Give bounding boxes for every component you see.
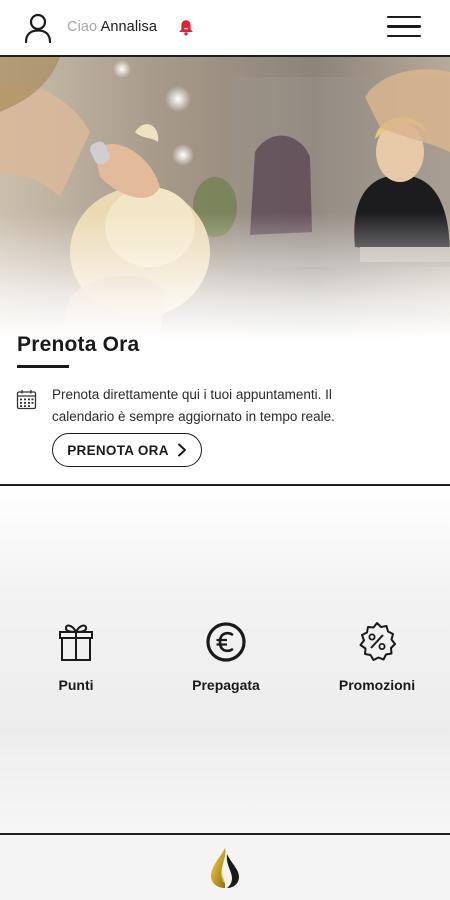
booking-title: Prenota Ora: [17, 333, 140, 356]
gold-drop-logo-icon[interactable]: [205, 846, 245, 890]
feature-label: Promozioni: [338, 677, 416, 693]
euro-coin-icon: [206, 622, 246, 662]
app-header: Ciao Annalisa: [0, 0, 450, 57]
discount-badge-icon: [359, 622, 396, 661]
calendar-icon: [16, 390, 37, 410]
feature-label: Punti: [58, 677, 94, 693]
salon-hairdresser-photo: [0, 57, 450, 340]
booking-section: Prenota Ora Prenota direttamente qui i t…: [0, 300, 450, 484]
feature-label: Prepagata: [192, 677, 260, 693]
greeting: Ciao Annalisa: [67, 19, 157, 35]
greeting-prefix: Ciao: [67, 19, 98, 35]
gift-icon: [59, 624, 93, 661]
bell-icon[interactable]: [178, 19, 194, 36]
hero-image: [0, 57, 450, 340]
user-name: Annalisa: [100, 19, 157, 35]
feature-punti[interactable]: Punti: [16, 621, 136, 693]
footer: [0, 835, 450, 900]
features-section: Punti Prepagata Promozioni: [0, 486, 450, 833]
feature-promozioni[interactable]: Promozioni: [317, 621, 437, 693]
prenota-ora-button[interactable]: PRENOTA ORA: [52, 433, 202, 467]
feature-prepagata[interactable]: Prepagata: [166, 621, 286, 693]
prenota-ora-label: PRENOTA ORA: [67, 442, 169, 458]
chevron-right-icon: [177, 443, 186, 457]
user-icon[interactable]: [24, 13, 52, 43]
booking-description: Prenota direttamente qui i tuoi appuntam…: [52, 387, 335, 424]
title-underline: [17, 365, 69, 368]
hamburger-menu-icon[interactable]: [387, 16, 421, 40]
